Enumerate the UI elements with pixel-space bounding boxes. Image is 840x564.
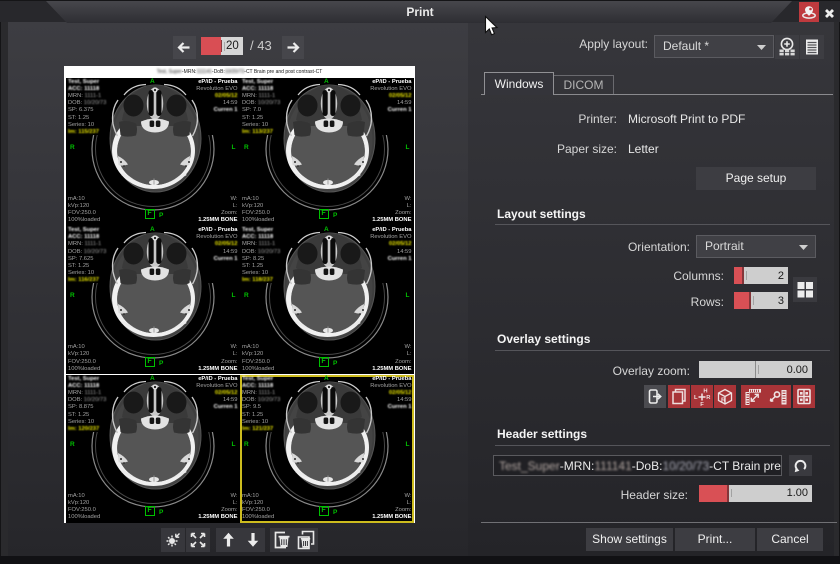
svg-text:R: R bbox=[706, 395, 711, 401]
svg-text:H: H bbox=[703, 389, 707, 395]
svg-text:L: L bbox=[694, 395, 698, 401]
svg-text:F: F bbox=[700, 402, 704, 408]
svg-text:R: R bbox=[721, 397, 726, 404]
